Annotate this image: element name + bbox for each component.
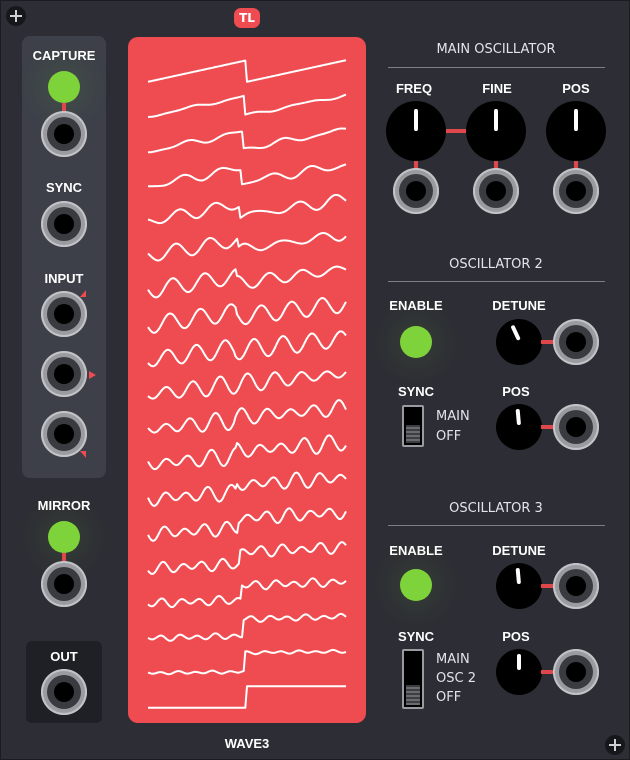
wavetable-display <box>128 37 366 723</box>
output-jack[interactable] <box>41 669 87 715</box>
capture-label: CAPTURE <box>32 48 96 63</box>
wavetable-frame <box>147 370 347 400</box>
osc3-pos-knob[interactable] <box>496 649 542 695</box>
osc2-sync-label: SYNC <box>397 384 435 399</box>
osc2-pos-cv-jack[interactable] <box>553 404 599 450</box>
input-jack-1[interactable] <box>41 291 87 337</box>
capture-jack[interactable] <box>41 111 87 157</box>
wavetable-frame <box>147 297 347 334</box>
mirror-jack[interactable] <box>41 561 87 607</box>
osc2-detune-label: DETUNE <box>492 298 546 313</box>
osc2-sync-option-off: OFF <box>436 429 462 444</box>
mirror-button[interactable] <box>48 521 80 553</box>
knob-indicator <box>510 324 521 341</box>
sync-label: SYNC <box>45 180 83 195</box>
osc3-sync-switch[interactable] <box>402 649 424 709</box>
wavetable-frame <box>147 232 347 262</box>
brand-logo: TL <box>234 8 260 28</box>
switch-lever <box>406 425 420 443</box>
osc3-detune-cv-jack[interactable] <box>553 563 599 609</box>
oscillator-3-title: OSCILLATOR 3 <box>449 501 543 516</box>
knob-indicator <box>414 109 418 131</box>
mirror-label: MIRROR <box>37 498 91 513</box>
oscillator-2-title: OSCILLATOR 2 <box>449 257 543 272</box>
main-oscillator-title: MAIN OSCILLATOR <box>436 42 556 57</box>
osc3-pos-cv-jack[interactable] <box>553 649 599 695</box>
out-label: OUT <box>50 649 78 664</box>
wavetable-frame <box>147 648 347 676</box>
osc3-sync-label: SYNC <box>397 629 435 644</box>
divider <box>388 281 605 282</box>
fine-label: FINE <box>482 81 512 96</box>
osc3-sync-option-off: OFF <box>436 690 462 705</box>
pos-label: POS <box>562 81 590 96</box>
wavetable-frame <box>147 193 347 225</box>
wavetable-frame <box>147 612 347 642</box>
wavetable-svg <box>147 59 347 709</box>
divider <box>388 67 605 68</box>
screw-icon <box>605 735 625 755</box>
fine-cv-jack[interactable] <box>473 168 519 214</box>
wavetable-frame <box>147 93 347 118</box>
wavetable-frame <box>147 330 347 368</box>
knob-indicator <box>574 109 578 131</box>
osc2-pos-label: POS <box>502 384 530 399</box>
wavetable-frame <box>147 399 347 434</box>
knob-indicator <box>517 654 521 670</box>
osc2-enable-label: ENABLE <box>389 298 443 313</box>
fine-knob[interactable] <box>466 101 526 161</box>
wavetable-frame <box>148 685 346 709</box>
input-indicator-icon <box>80 290 86 297</box>
osc2-sync-option-main: MAIN <box>436 409 470 424</box>
screw-icon <box>6 6 26 26</box>
freq-knob[interactable] <box>386 101 446 161</box>
wavetable-frame <box>147 507 347 542</box>
input-label: INPUT <box>44 271 84 286</box>
osc3-detune-label: DETUNE <box>492 543 546 558</box>
freq-cv-jack[interactable] <box>393 168 439 214</box>
wave3-module-panel: TL CAPTURE SYNC INPUT MIRROR OUT WAVE3 M… <box>0 0 630 760</box>
wavetable-frame <box>147 59 347 83</box>
wavetable-frame <box>148 163 347 188</box>
osc2-detune-knob[interactable] <box>496 319 542 365</box>
input-indicator-icon <box>89 371 96 379</box>
osc2-detune-cv-jack[interactable] <box>553 319 599 365</box>
knob-indicator <box>515 408 521 426</box>
module-name: WAVE3 <box>224 736 270 751</box>
knob-indicator <box>494 109 498 131</box>
switch-lever <box>406 685 420 705</box>
freq-label: FREQ <box>395 81 433 96</box>
wavetable-frame <box>147 434 347 471</box>
wavetable-frame <box>147 541 347 575</box>
wavetable-frame <box>147 577 347 608</box>
osc3-sync-option-main: MAIN <box>436 652 470 667</box>
osc3-enable-button[interactable] <box>400 569 432 601</box>
osc2-pos-knob[interactable] <box>496 404 542 450</box>
osc2-enable-button[interactable] <box>400 326 432 358</box>
wavetable-frame <box>147 471 347 507</box>
osc3-detune-knob[interactable] <box>496 563 542 609</box>
knob-indicator <box>515 567 521 585</box>
input-indicator-icon <box>80 451 86 458</box>
pos-knob[interactable] <box>546 101 606 161</box>
wavetable-frame <box>147 265 347 299</box>
divider <box>388 525 605 526</box>
capture-button[interactable] <box>48 71 80 103</box>
osc3-sync-option-osc2: OSC 2 <box>436 671 476 686</box>
pos-cv-jack[interactable] <box>553 168 599 214</box>
wavetable-frame <box>147 127 347 154</box>
input-jack-2[interactable] <box>41 351 87 397</box>
osc3-pos-label: POS <box>502 629 530 644</box>
sync-input-jack[interactable] <box>41 201 87 247</box>
osc3-enable-label: ENABLE <box>389 543 443 558</box>
osc2-sync-switch[interactable] <box>402 405 424 447</box>
